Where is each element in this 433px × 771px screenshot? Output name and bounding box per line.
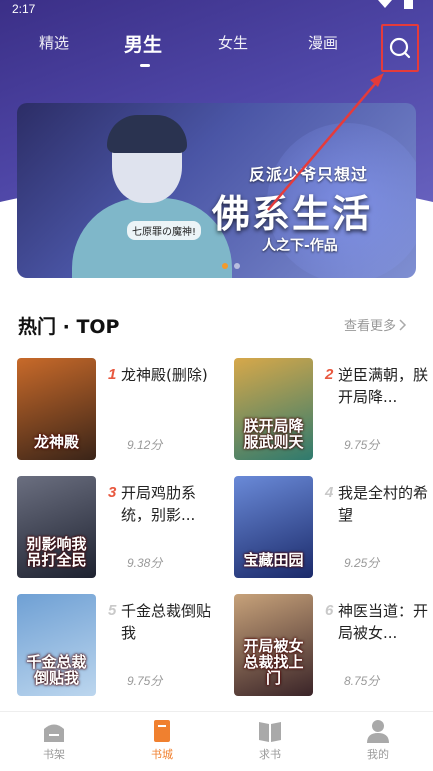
book-score: 9.12分 — [127, 438, 163, 452]
book-item[interactable]: 千金总裁倒贴我 5 千金总裁倒贴我 9.75分 — [17, 594, 227, 704]
bookshelf-icon — [44, 724, 64, 742]
book-item[interactable]: 龙神殿 1 龙神殿(删除) 9.12分 — [17, 358, 227, 468]
section-title: 热门 · TOP — [18, 316, 120, 338]
book-cover-title: 宝藏田园 — [243, 551, 304, 569]
book-item[interactable]: 朕开局降服武则天 2 逆臣满朝，朕开局降... 9.75分 — [234, 358, 433, 468]
bottom-tab-bar: 书架 书城 求书 我的 — [0, 711, 433, 771]
book-score: 9.75分 — [127, 674, 163, 688]
see-more-label: 查看更多 — [344, 319, 397, 334]
book-cover[interactable]: 朕开局降服武则天 — [234, 358, 313, 460]
book-item[interactable]: 开局被女总裁找上门 6 神医当道：开局被女... 8.75分 — [234, 594, 433, 704]
tab-bookstore[interactable]: 书城 — [132, 718, 192, 762]
book-cover-title: 朕开局降服武则天 — [243, 417, 304, 451]
book-rank: 1 — [108, 366, 117, 383]
book-cover[interactable]: 宝藏田园 — [234, 476, 313, 578]
book-rank: 2 — [325, 366, 334, 383]
book-score: 8.75分 — [344, 674, 380, 688]
book-cover[interactable]: 别影响我吊打全民 — [17, 476, 96, 578]
book-title[interactable]: 我是全村的希望 — [338, 482, 433, 526]
open-book-icon — [259, 722, 281, 742]
tab-profile-label: 我的 — [367, 748, 389, 761]
book-score: 9.25分 — [344, 556, 380, 570]
book-title[interactable]: 逆臣满朝，朕开局降... — [338, 364, 433, 408]
chevron-right-icon — [399, 318, 407, 331]
book-rank: 5 — [108, 602, 117, 619]
tab-request-book[interactable]: 求书 — [240, 718, 300, 762]
book-cover[interactable]: 龙神殿 — [17, 358, 96, 460]
book-item[interactable]: 别影响我吊打全民 3 开局鸡肋系统，别影... 9.38分 — [17, 476, 227, 586]
tab-bookshelf-label: 书架 — [43, 748, 65, 761]
book-cover-title: 千金总裁倒贴我 — [26, 653, 87, 687]
book-cover-title: 别影响我吊打全民 — [26, 535, 87, 569]
book-score: 9.75分 — [344, 438, 380, 452]
book-cover-title: 开局被女总裁找上门 — [243, 637, 304, 687]
book-score: 9.38分 — [127, 556, 163, 570]
book-cover-title: 龙神殿 — [33, 433, 79, 451]
book-title[interactable]: 龙神殿(删除) — [121, 364, 217, 386]
bookstore-icon — [154, 720, 170, 742]
book-title[interactable]: 开局鸡肋系统，别影... — [121, 482, 217, 526]
tab-request-label: 求书 — [259, 748, 281, 761]
see-more-link[interactable]: 查看更多 — [344, 315, 407, 334]
person-icon — [367, 720, 389, 743]
book-rank: 6 — [325, 602, 334, 619]
book-cover[interactable]: 开局被女总裁找上门 — [234, 594, 313, 696]
book-item[interactable]: 宝藏田园 4 我是全村的希望 9.25分 — [234, 476, 433, 586]
book-cover[interactable]: 千金总裁倒贴我 — [17, 594, 96, 696]
tab-bookshelf[interactable]: 书架 — [24, 718, 84, 762]
book-rank: 4 — [325, 484, 334, 501]
book-rank: 3 — [108, 484, 117, 501]
book-title[interactable]: 千金总裁倒贴我 — [121, 600, 217, 644]
tab-bookstore-label: 书城 — [151, 748, 173, 761]
tab-profile[interactable]: 我的 — [348, 718, 408, 762]
book-title[interactable]: 神医当道：开局被女... — [338, 600, 433, 644]
